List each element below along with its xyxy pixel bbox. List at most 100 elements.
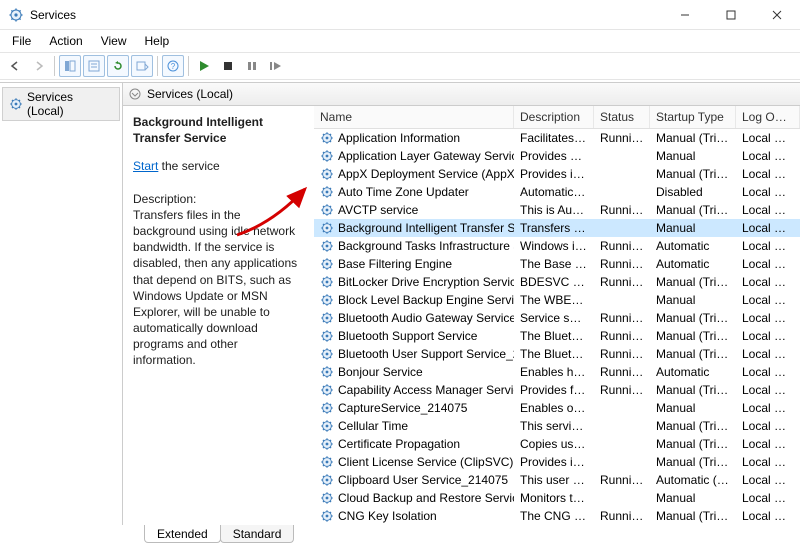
service-logon: Local Servic [736, 310, 800, 326]
tree-node-services-local[interactable]: Services (Local) [2, 87, 120, 121]
service-row[interactable]: Background Intelligent Transfer ServiceT… [314, 219, 800, 237]
close-button[interactable] [754, 0, 800, 30]
service-name: Auto Time Zone Updater [338, 185, 469, 199]
service-logon: Local Syster [736, 346, 800, 362]
service-gear-icon [320, 455, 334, 469]
service-logon: Local Syster [736, 364, 800, 380]
column-headers: Name Description Status Startup Type Log… [314, 106, 800, 129]
service-row[interactable]: CNG Key IsolationThe CNG ke...RunningMan… [314, 507, 800, 525]
service-startup: Automatic [650, 256, 736, 272]
service-gear-icon [320, 239, 334, 253]
service-name: Bluetooth Audio Gateway Service [338, 311, 514, 325]
service-desc: This service ... [514, 418, 594, 434]
service-name: Cellular Time [338, 419, 408, 433]
export-button[interactable] [131, 55, 153, 77]
maximize-button[interactable] [708, 0, 754, 30]
service-desc: This user ser... [514, 472, 594, 488]
service-status [594, 407, 650, 409]
col-status[interactable]: Status [594, 106, 650, 128]
service-row[interactable]: Bluetooth Support ServiceThe Bluetoo...R… [314, 327, 800, 345]
service-gear-icon [320, 383, 334, 397]
service-gear-icon [320, 509, 334, 523]
service-gear-icon [320, 473, 334, 487]
service-logon: Local Syster [736, 400, 800, 416]
service-row[interactable]: Block Level Backup Engine ServiceThe WBE… [314, 291, 800, 309]
tab-extended[interactable]: Extended [144, 525, 221, 543]
service-desc: The Bluetoo... [514, 346, 594, 362]
service-startup: Manual (Trigg... [650, 202, 736, 218]
menu-help[interactable]: Help [137, 32, 178, 50]
service-row[interactable]: Auto Time Zone UpdaterAutomaticall...Dis… [314, 183, 800, 201]
toolbar: ? [0, 52, 800, 80]
help-button[interactable]: ? [162, 55, 184, 77]
service-row[interactable]: Client License Service (ClipSVC)Provides… [314, 453, 800, 471]
col-name[interactable]: Name [314, 106, 514, 128]
service-row[interactable]: AppX Deployment Service (AppXSVC)Provide… [314, 165, 800, 183]
service-row[interactable]: Certificate PropagationCopies user ...Ma… [314, 435, 800, 453]
service-startup: Manual [650, 220, 736, 236]
start-service-button[interactable] [193, 55, 215, 77]
service-row[interactable]: CaptureService_214075Enables opti...Manu… [314, 399, 800, 417]
restart-service-button[interactable] [265, 55, 287, 77]
service-row[interactable]: Bonjour ServiceEnables har...RunningAuto… [314, 363, 800, 381]
window-title: Services [30, 8, 76, 22]
service-status: Running [594, 472, 650, 488]
bottom-tabs: Extended Standard [144, 525, 800, 543]
service-startup: Manual (Trigg... [650, 130, 736, 146]
service-gear-icon [320, 437, 334, 451]
tab-standard[interactable]: Standard [220, 525, 295, 543]
service-row[interactable]: Bluetooth User Support Service_214075The… [314, 345, 800, 363]
nav-back-button[interactable] [4, 55, 26, 77]
service-logon: Local Syster [736, 130, 800, 146]
service-status: Running [594, 346, 650, 362]
pane-header-label: Services (Local) [147, 87, 233, 101]
properties-button[interactable] [83, 55, 105, 77]
service-row[interactable]: Background Tasks Infrastructure ServiceW… [314, 237, 800, 255]
service-row[interactable]: Cloud Backup and Restore Service_214...M… [314, 489, 800, 507]
service-startup: Manual (Trigg... [650, 166, 736, 182]
stop-service-button[interactable] [217, 55, 239, 77]
service-startup: Automatic [650, 238, 736, 254]
service-status: Running [594, 130, 650, 146]
svg-text:?: ? [171, 62, 176, 71]
service-desc: This is Audio... [514, 202, 594, 218]
pause-service-button[interactable] [241, 55, 263, 77]
menu-file[interactable]: File [4, 32, 39, 50]
service-status: Running [594, 328, 650, 344]
service-row[interactable]: Application InformationFacilitates th...… [314, 129, 800, 147]
minimize-button[interactable] [662, 0, 708, 30]
service-startup: Automatic (De... [650, 472, 736, 488]
service-row[interactable]: Base Filtering EngineThe Base Filt...Run… [314, 255, 800, 273]
service-row[interactable]: Bluetooth Audio Gateway ServiceService s… [314, 309, 800, 327]
refresh-button[interactable] [107, 55, 129, 77]
detail-panel: Background Intelligent Transfer Service … [123, 106, 313, 525]
service-row[interactable]: AVCTP serviceThis is Audio...RunningManu… [314, 201, 800, 219]
start-link[interactable]: Start [133, 159, 158, 173]
service-status [594, 425, 650, 427]
nav-forward-button[interactable] [28, 55, 50, 77]
service-startup: Manual [650, 490, 736, 506]
start-service-line: Start the service [133, 158, 303, 174]
service-row[interactable]: Cellular TimeThis service ...Manual (Tri… [314, 417, 800, 435]
menu-action[interactable]: Action [41, 32, 90, 50]
selected-service-name: Background Intelligent Transfer Service [133, 114, 303, 146]
service-rows[interactable]: Application InformationFacilitates th...… [314, 129, 800, 525]
pane-header: Services (Local) [123, 83, 800, 106]
service-row[interactable]: Capability Access Manager ServiceProvide… [314, 381, 800, 399]
service-status: Running [594, 238, 650, 254]
service-logon: Local Syster [736, 472, 800, 488]
service-startup: Manual (Trigg... [650, 328, 736, 344]
collapse-icon[interactable] [129, 88, 141, 100]
col-description[interactable]: Description [514, 106, 594, 128]
service-row[interactable]: Application Layer Gateway ServiceProvide… [314, 147, 800, 165]
service-logon: Local Servic [736, 202, 800, 218]
service-startup: Disabled [650, 184, 736, 200]
col-logon[interactable]: Log On As [736, 106, 800, 128]
service-name: Base Filtering Engine [338, 257, 452, 271]
menu-view[interactable]: View [93, 32, 135, 50]
service-row[interactable]: Clipboard User Service_214075This user s… [314, 471, 800, 489]
service-row[interactable]: BitLocker Drive Encryption ServiceBDESVC… [314, 273, 800, 291]
service-logon: Local Servic [736, 184, 800, 200]
col-startup[interactable]: Startup Type [650, 106, 736, 128]
show-hide-tree-button[interactable] [59, 55, 81, 77]
